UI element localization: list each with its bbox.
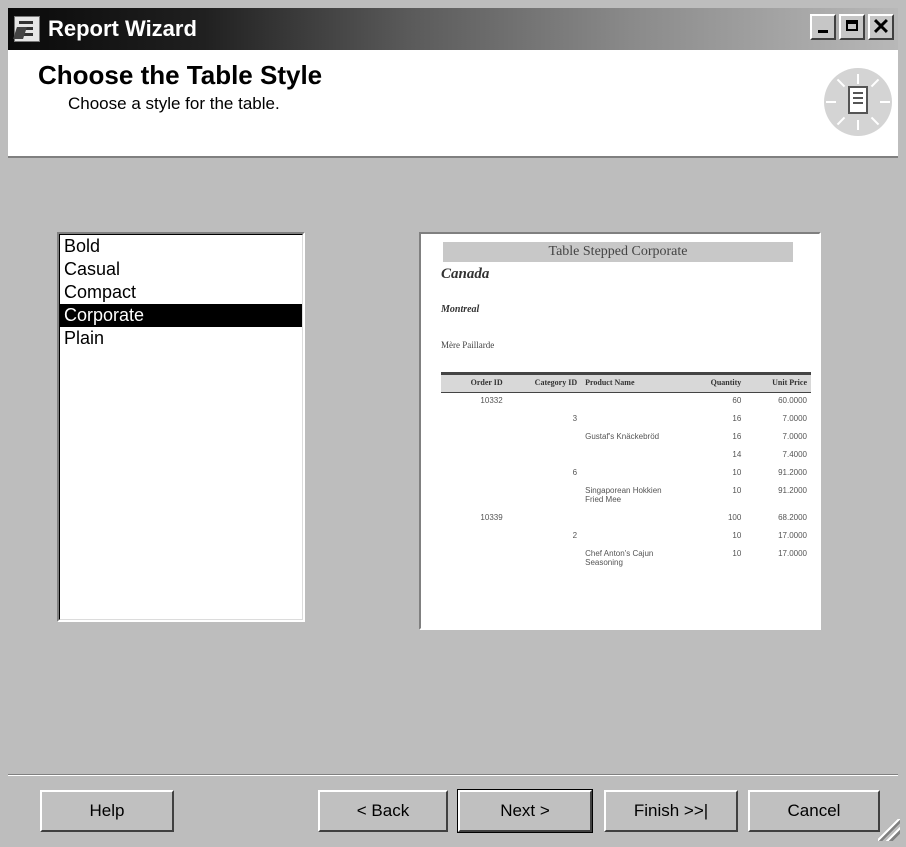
table-cell: 100: [727, 513, 742, 522]
table-cell: [507, 483, 581, 510]
table-cell: [441, 483, 507, 510]
close-button[interactable]: ✕: [868, 14, 894, 40]
report-wizard-emblem-icon: [824, 68, 892, 136]
report-wizard-app-icon: [14, 16, 40, 42]
table-cell: Gustaf's Knäckebröd: [585, 432, 660, 441]
table-cell: [581, 393, 684, 412]
table-cell: [441, 429, 507, 447]
table-row: 6 10 91.2000: [441, 465, 811, 483]
table-cell: [507, 510, 581, 528]
preview-country: Canada: [441, 266, 490, 282]
preview-city: Montreal: [441, 304, 480, 315]
table-cell: [441, 447, 507, 465]
table-cell: 10: [732, 531, 742, 540]
table-cell: [507, 546, 581, 573]
style-option-casual[interactable]: Casual: [60, 258, 302, 281]
table-cell: [581, 510, 684, 528]
maximize-button[interactable]: [839, 14, 865, 40]
table-cell: 7.4000: [782, 450, 807, 459]
finish-button[interactable]: Finish >>|: [604, 790, 738, 832]
preview-company: Mère Paillarde: [441, 340, 495, 350]
table-row: Chef Anton's Cajun Seasoning 10 17.0000: [441, 546, 811, 573]
table-cell: [507, 447, 581, 465]
preview-title: Table Stepped Corporate: [443, 242, 793, 262]
preview-table: Order ID Category ID Product Name Quanti…: [441, 372, 811, 573]
style-option-compact[interactable]: Compact: [60, 281, 302, 304]
page-title: Choose the Table Style: [38, 60, 323, 90]
table-style-preview: Table Stepped Corporate Canada Montreal …: [419, 232, 821, 630]
next-button[interactable]: Next >: [457, 789, 593, 833]
table-row: 14 7.4000: [441, 447, 811, 465]
table-cell: [441, 528, 507, 546]
table-style-list[interactable]: Bold Casual Compact Corporate Plain: [57, 232, 305, 622]
table-cell: [581, 528, 684, 546]
table-cell: [507, 393, 581, 412]
cancel-button[interactable]: Cancel: [748, 790, 880, 832]
style-option-plain[interactable]: Plain: [60, 327, 302, 350]
table-cell: 14: [732, 450, 742, 459]
table-cell: 17.0000: [778, 531, 807, 540]
preview-table-header: Order ID Category ID Product Name Quanti…: [441, 372, 811, 393]
table-row: 10332 60 60.0000: [441, 393, 811, 412]
table-row: 3 16 7.0000: [441, 411, 811, 429]
table-cell: [441, 546, 507, 573]
column-header: Unit Price: [745, 372, 811, 393]
column-header: Quantity: [684, 372, 746, 393]
table-cell: [581, 465, 684, 483]
style-option-bold[interactable]: Bold: [60, 235, 302, 258]
table-cell: 16: [732, 432, 742, 441]
wizard-header: Choose the Table Style Choose a style fo…: [8, 50, 898, 158]
table-cell: 68.2000: [778, 513, 807, 522]
window-title: Report Wizard: [48, 16, 197, 41]
table-row: Gustaf's Knäckebröd 16 7.0000: [441, 429, 811, 447]
table-row: 2 10 17.0000: [441, 528, 811, 546]
table-cell: [507, 429, 581, 447]
table-cell: 91.2000: [778, 486, 807, 495]
footer-divider: [8, 774, 898, 776]
table-cell: 10: [732, 486, 742, 495]
help-button[interactable]: Help: [40, 790, 174, 832]
report-wizard-window: Report Wizard ✕ Choose the Table Style C…: [0, 0, 906, 847]
page-subtitle: Choose a style for the table.: [68, 94, 280, 113]
table-cell: 10: [732, 468, 742, 477]
back-button[interactable]: < Back: [318, 790, 448, 832]
table-cell: [581, 411, 684, 429]
minimize-button[interactable]: [810, 14, 836, 40]
column-header: Category ID: [506, 372, 582, 393]
table-cell: 10: [732, 549, 742, 558]
table-cell: Chef Anton's Cajun Seasoning: [585, 549, 654, 567]
table-cell: [581, 447, 684, 465]
table-cell: 7.0000: [782, 414, 807, 423]
document-icon: [848, 86, 868, 114]
title-bar[interactable]: Report Wizard ✕: [8, 8, 898, 50]
table-row: Singaporean Hokkien Fried Mee 10 91.2000: [441, 483, 811, 510]
table-cell: 10339: [480, 513, 503, 522]
resize-grip-icon[interactable]: [878, 819, 900, 841]
table-cell: 91.2000: [778, 468, 807, 477]
table-cell: 6: [572, 468, 578, 477]
table-cell: 7.0000: [782, 432, 807, 441]
close-icon: ✕: [871, 14, 891, 39]
table-cell: 60.0000: [778, 396, 807, 405]
table-cell: 17.0000: [778, 549, 807, 558]
table-cell: 3: [572, 414, 578, 423]
column-header: Order ID: [441, 372, 507, 393]
table-cell: 10332: [480, 396, 503, 405]
table-row: 10339 100 68.2000: [441, 510, 811, 528]
table-cell: 60: [732, 396, 742, 405]
table-cell: Singaporean Hokkien Fried Mee: [585, 486, 662, 504]
column-header: Product Name: [581, 372, 684, 393]
table-cell: 2: [572, 531, 578, 540]
table-cell: [441, 465, 507, 483]
window-controls: ✕: [810, 14, 894, 40]
table-cell: [441, 411, 507, 429]
table-cell: 16: [732, 414, 742, 423]
style-option-corporate[interactable]: Corporate: [60, 304, 302, 327]
